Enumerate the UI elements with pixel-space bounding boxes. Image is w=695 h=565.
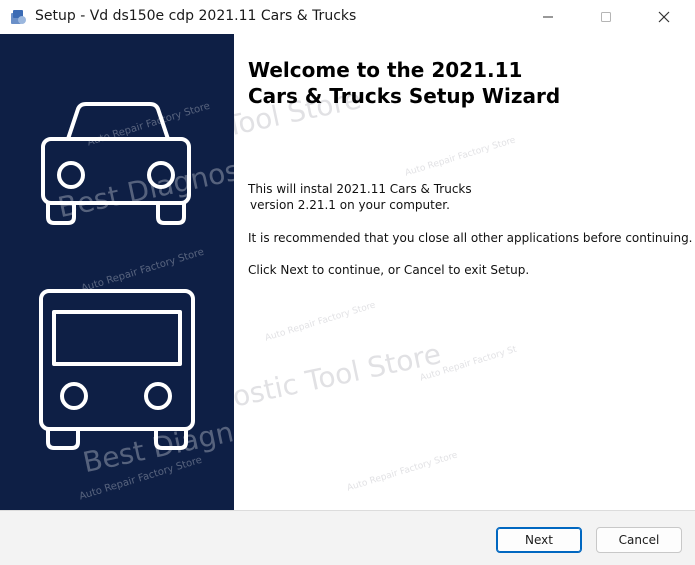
- page-title-line2: Cars & Trucks Setup Wizard: [248, 84, 561, 108]
- wizard-content: Best Diagnostic Tool Store Best Diagnost…: [234, 34, 695, 510]
- install-info-line2: version 2.21.1 on your computer.: [250, 198, 450, 212]
- window-title: Setup - Vd ds150e cdp 2021.11 Cars & Tru…: [35, 8, 357, 24]
- watermark-small: Auto Repair Factory Store: [346, 450, 459, 494]
- watermark-small: Auto Repair Factory Store: [78, 454, 204, 503]
- next-button[interactable]: Next: [496, 527, 582, 553]
- cancel-button[interactable]: Cancel: [596, 527, 682, 553]
- truck-icon: [39, 289, 195, 450]
- title-bar: Setup - Vd ds150e cdp 2021.11 Cars & Tru…: [0, 0, 695, 34]
- watermark-small: Auto Repair Factory Store: [264, 300, 377, 344]
- close-icon: [658, 11, 670, 23]
- minimize-button[interactable]: [525, 0, 571, 34]
- wizard-sidebar-image: Auto Repair Factory Store Auto Repair Fa…: [0, 34, 234, 510]
- minimize-icon: [543, 16, 553, 18]
- setup-app-icon: [11, 10, 26, 24]
- wizard-footer: Next Cancel: [0, 510, 695, 565]
- recommendation-text: It is recommended that you close all oth…: [248, 231, 693, 245]
- install-info-line1: This will instal 2021.11 Cars & Trucks: [248, 182, 472, 196]
- maximize-button[interactable]: [583, 0, 629, 34]
- maximize-icon: [601, 12, 611, 22]
- watermark-large: Best Diagnostic Tool Store: [234, 337, 444, 445]
- watermark-small: Auto Repair Factory St: [419, 344, 518, 384]
- close-button[interactable]: [641, 0, 687, 34]
- instruction-text: Click Next to continue, or Cancel to exi…: [248, 263, 530, 277]
- page-title: Welcome to the 2021.11 Cars & Trucks Set…: [248, 57, 688, 109]
- car-icon: [41, 102, 191, 225]
- page-title-line1: Welcome to the 2021.11: [248, 58, 523, 82]
- watermark-small: Auto Repair Factory Store: [404, 135, 517, 179]
